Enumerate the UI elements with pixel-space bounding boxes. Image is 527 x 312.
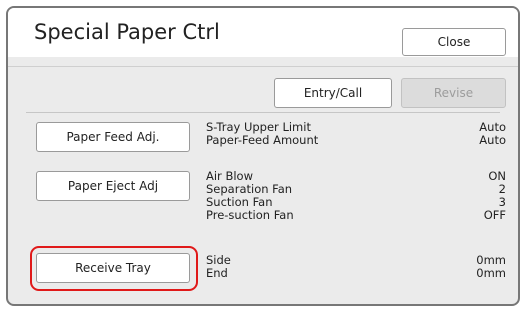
setting-label: Paper-Feed Amount	[206, 133, 319, 147]
page-title: Special Paper Ctrl	[34, 20, 220, 44]
paper-eject-settings: Air Blow ON Separation Fan 2 Suction Fan…	[206, 170, 506, 222]
receive-tray-settings: Side 0mm End 0mm	[206, 254, 506, 280]
setting-label: End	[206, 266, 228, 280]
setting-value: OFF	[483, 208, 506, 222]
paper-feed-settings: S-Tray Upper Limit Auto Paper-Feed Amoun…	[206, 121, 506, 147]
special-paper-ctrl-panel: Special Paper Ctrl Close Entry/Call Revi…	[6, 6, 520, 306]
divider	[26, 112, 500, 113]
setting-label: Pre-suction Fan	[206, 208, 294, 222]
paper-eject-adj-button[interactable]: Paper Eject Adj	[36, 171, 190, 201]
setting-row: Paper-Feed Amount Auto	[206, 134, 506, 147]
setting-value: 0mm	[476, 266, 506, 280]
divider	[8, 66, 518, 67]
setting-row: End 0mm	[206, 267, 506, 280]
setting-value: Auto	[479, 133, 506, 147]
close-button[interactable]: Close	[402, 28, 506, 56]
receive-tray-button[interactable]: Receive Tray	[36, 253, 190, 283]
revise-button: Revise	[401, 78, 506, 108]
paper-feed-adj-button[interactable]: Paper Feed Adj.	[36, 122, 190, 152]
setting-row: Side 0mm	[206, 254, 506, 267]
setting-row: Pre-suction Fan OFF	[206, 209, 506, 222]
entry-call-button[interactable]: Entry/Call	[274, 78, 392, 108]
